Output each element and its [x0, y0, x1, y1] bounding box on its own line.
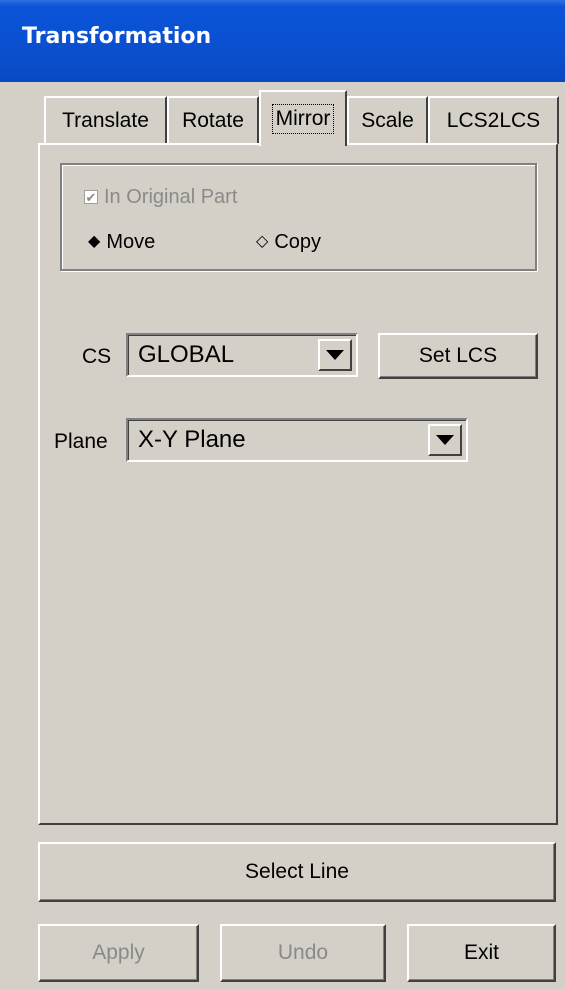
move-label: Move: [106, 230, 156, 253]
undo-label: Undo: [277, 941, 329, 964]
exit-label: Exit: [463, 941, 499, 964]
copy-radio[interactable]: ◇ Copy: [256, 229, 321, 255]
cs-label: CS: [82, 345, 112, 368]
copy-label: Copy: [274, 230, 322, 253]
plane-select[interactable]: X-Y Plane: [126, 418, 468, 462]
tab-rotate[interactable]: Rotate: [167, 96, 259, 144]
tab-scale[interactable]: Scale: [347, 96, 428, 144]
tab-mirror[interactable]: Mirror: [259, 90, 347, 146]
checkmark-icon: ✔: [84, 189, 98, 205]
in-original-part-label: In Original Part: [104, 185, 238, 208]
tab-lcs2lcs[interactable]: LCS2LCS: [428, 96, 559, 144]
radio-unselected-icon: ◇: [256, 233, 269, 250]
chevron-down-icon[interactable]: [428, 424, 462, 456]
chevron-down-icon[interactable]: [318, 339, 352, 371]
select-line-label: Select Line: [245, 860, 349, 883]
tab-label: LCS2LCS: [446, 109, 541, 132]
set-lcs-label: Set LCS: [418, 344, 498, 367]
move-radio[interactable]: ◆ Move: [88, 229, 155, 255]
tab-label: Scale: [361, 109, 414, 132]
window-title: Transformation: [22, 24, 212, 49]
radio-selected-icon: ◆: [88, 233, 101, 250]
tab-label: Mirror: [271, 104, 335, 134]
title-bar[interactable]: Transformation: [0, 0, 565, 82]
select-line-button[interactable]: Select Line: [38, 842, 556, 902]
plane-value: X-Y Plane: [138, 426, 246, 453]
exit-button[interactable]: Exit: [407, 924, 556, 982]
set-lcs-button[interactable]: Set LCS: [378, 333, 538, 379]
tab-label: Rotate: [182, 109, 244, 132]
cs-select[interactable]: GLOBAL: [126, 333, 358, 377]
plane-label: Plane: [54, 430, 108, 453]
tab-translate[interactable]: Translate: [44, 96, 167, 144]
apply-label: Apply: [92, 941, 145, 964]
tab-label: Translate: [62, 109, 149, 132]
apply-button[interactable]: Apply: [38, 924, 199, 982]
in-original-part-checkbox[interactable]: ✔ In Original Part: [84, 184, 237, 210]
cs-value: GLOBAL: [138, 341, 235, 368]
undo-button[interactable]: Undo: [220, 924, 386, 982]
